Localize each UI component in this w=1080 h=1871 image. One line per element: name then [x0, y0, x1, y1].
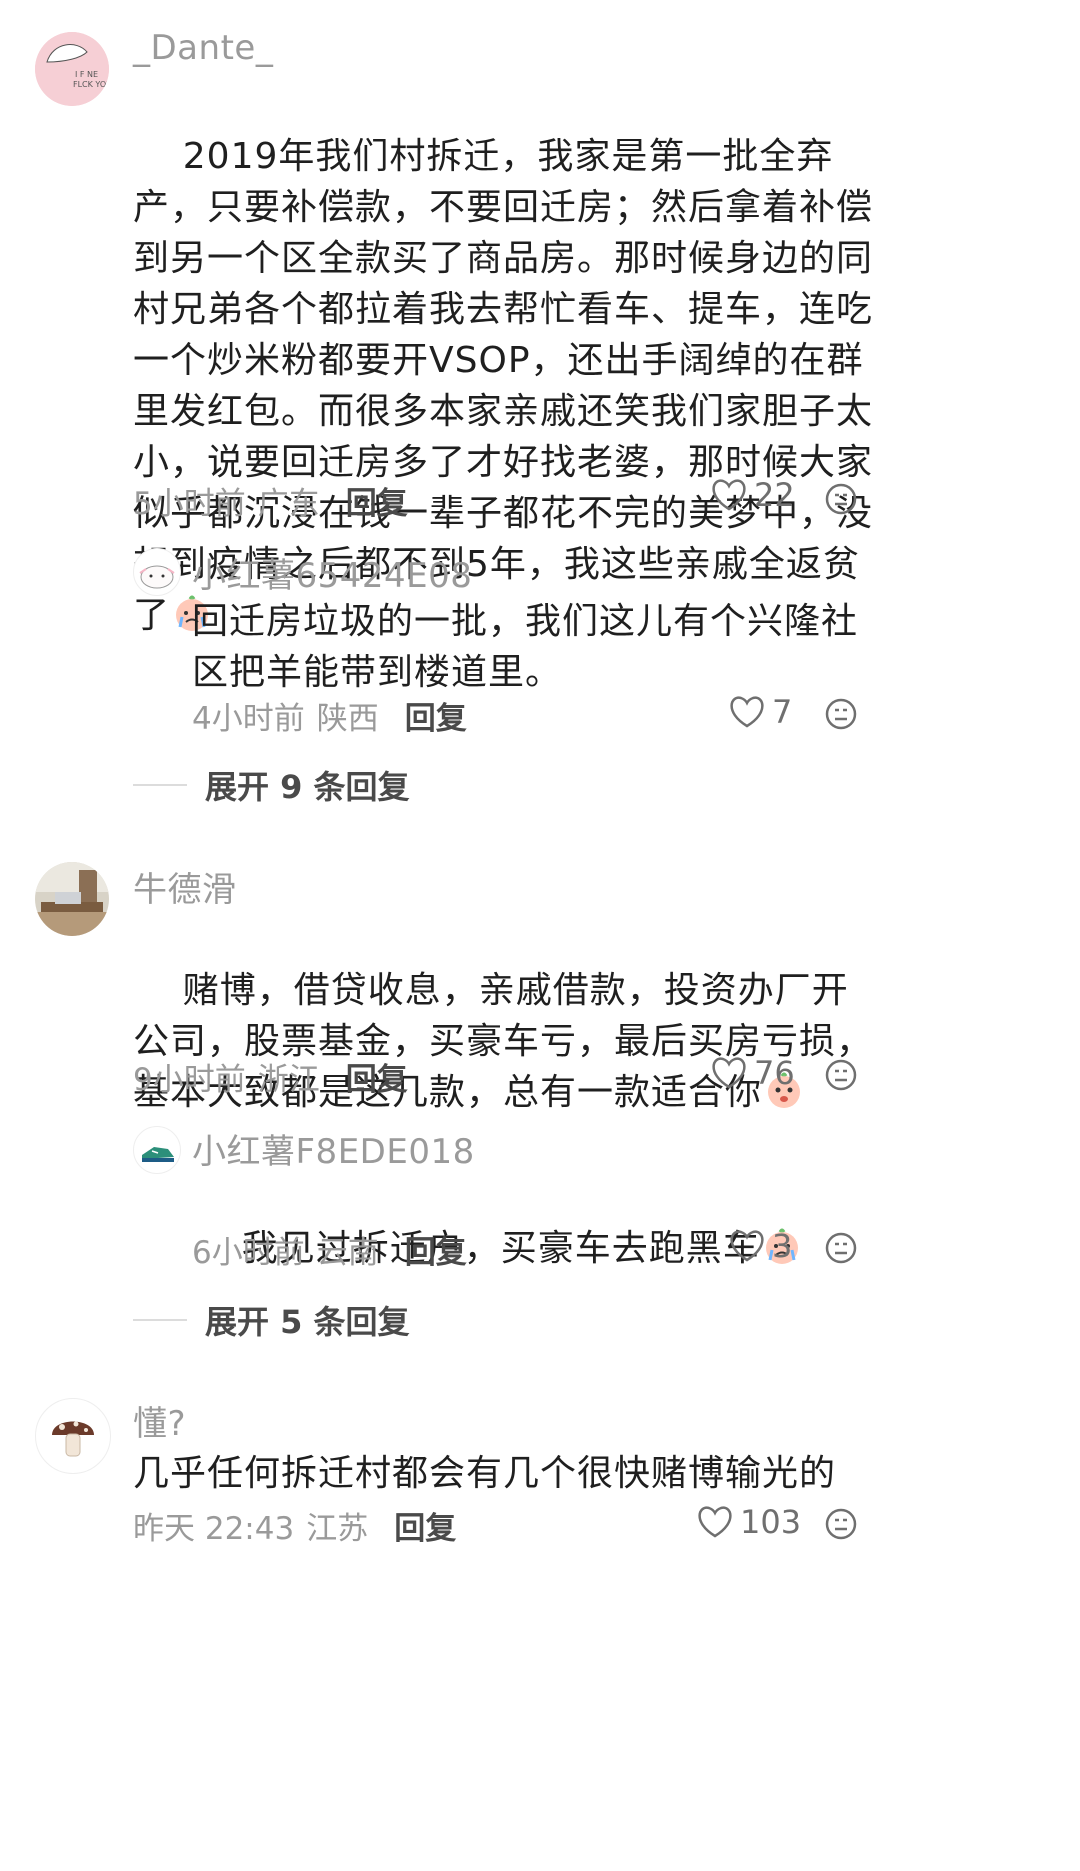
like-count: 22 [754, 476, 795, 514]
emoji-face-icon[interactable] [824, 1058, 858, 1092]
username[interactable]: _Dante_ [133, 28, 273, 68]
like-button[interactable]: 22 [710, 476, 795, 514]
avatar[interactable] [133, 548, 181, 596]
comment-time: 6小时前 [192, 1235, 305, 1271]
emoji-face-icon[interactable] [824, 697, 858, 731]
comment-time: 昨天 22:43 [133, 1511, 295, 1547]
comment-meta: 6小时前 云南 回复 [192, 1227, 467, 1272]
like-count: 7 [772, 693, 793, 731]
comment-time: 5小时前 [133, 486, 246, 522]
username[interactable]: 小红薯65424E08 [192, 548, 472, 597]
reply-button[interactable]: 回复 [394, 1503, 456, 1548]
comment-meta: 5小时前 广东 回复 [133, 478, 408, 523]
reply-button[interactable]: 回复 [346, 1054, 408, 1099]
emoji-face-icon[interactable] [824, 1507, 858, 1541]
like-button[interactable]: 7 [728, 693, 792, 731]
heart-outline-icon [698, 1506, 732, 1538]
comment-location: 云南 [316, 1235, 379, 1271]
comment-text: 回迁房垃圾的一批，我们这儿有个兴隆社区把羊能带到楼道里。 [192, 601, 859, 693]
like-button[interactable]: 103 [696, 1503, 801, 1541]
like-count: 3 [772, 1227, 793, 1265]
expand-replies-label: 展开 9 条回复 [205, 768, 410, 806]
reply-button[interactable]: 回复 [405, 693, 467, 738]
like-button[interactable]: 3 [728, 1227, 792, 1265]
avatar[interactable] [35, 1398, 111, 1474]
svg-text:FLCK YOU: FLCK YOU [73, 80, 109, 89]
comment-meta: 9小时前 浙江 回复 [133, 1054, 408, 1099]
comment-meta: 昨天 22:43 江苏 回复 [133, 1503, 456, 1548]
reply-button[interactable]: 回复 [405, 1227, 467, 1272]
expand-replies-label: 展开 5 条回复 [205, 1303, 410, 1341]
avatar[interactable]: I F NE FLCK YOU [35, 32, 109, 106]
username[interactable]: 牛德滑 [133, 862, 237, 911]
reply-button[interactable]: 回复 [346, 478, 408, 523]
heart-outline-icon [712, 1057, 746, 1089]
emoji-face-icon[interactable] [824, 1231, 858, 1265]
like-count: 76 [754, 1054, 795, 1092]
avatar[interactable] [133, 1126, 181, 1174]
comment-time: 4小时前 [192, 701, 305, 737]
heart-outline-icon [712, 479, 746, 511]
comment-location: 江苏 [306, 1511, 369, 1547]
emoji-face-icon[interactable] [824, 482, 858, 516]
divider [133, 784, 187, 786]
expand-replies-button[interactable]: 展开 5 条回复 [133, 1297, 410, 1343]
username[interactable]: 懂? [133, 1396, 186, 1445]
heart-outline-icon [730, 696, 764, 728]
mushroom-icon [52, 1421, 94, 1457]
avatar-text: I F NE [75, 70, 98, 79]
comment-location: 广东 [257, 486, 320, 522]
comment-meta: 4小时前 陕西 回复 [192, 693, 467, 738]
like-count: 103 [740, 1503, 802, 1541]
comment-text: 几乎任何拆迁村都会有几个很快赌博输光的 [133, 1453, 837, 1494]
comment-location: 陕西 [316, 701, 379, 737]
avatar[interactable] [35, 862, 109, 936]
comment-location: 浙江 [257, 1062, 320, 1098]
expand-replies-button[interactable]: 展开 9 条回复 [133, 762, 410, 808]
username[interactable]: 小红薯F8EDE018 [192, 1124, 475, 1173]
like-button[interactable]: 76 [710, 1054, 795, 1092]
divider [133, 1319, 187, 1321]
comment-time: 9小时前 [133, 1062, 246, 1098]
heart-outline-icon [730, 1230, 764, 1262]
